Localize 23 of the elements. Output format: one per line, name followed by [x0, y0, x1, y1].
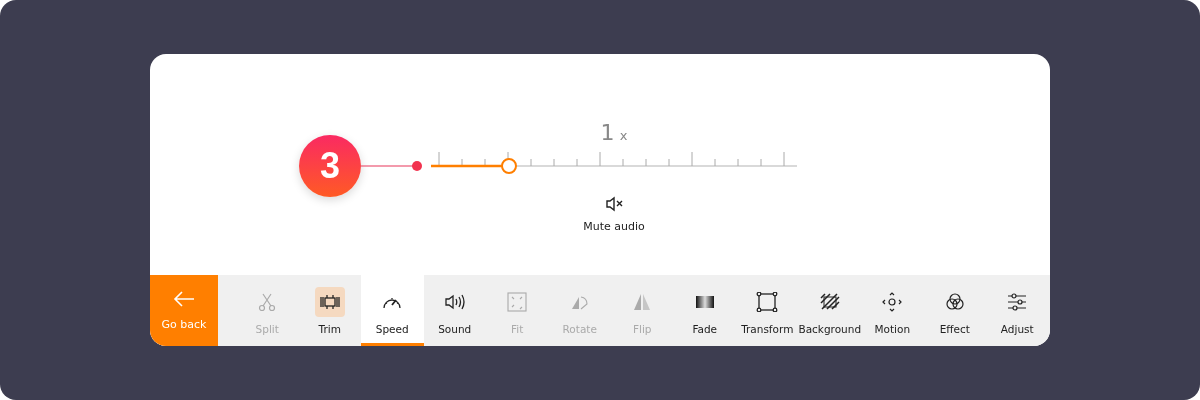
tool-button[interactable]: Trim: [298, 275, 361, 346]
tool-button[interactable]: Background: [798, 275, 861, 346]
speed-slider[interactable]: [431, 150, 797, 174]
mute-icon[interactable]: [605, 196, 623, 212]
arrow-left-icon: [173, 290, 195, 308]
tool-button[interactable]: Speed: [361, 275, 424, 346]
fit-icon: [506, 291, 529, 312]
tool-button[interactable]: Effect: [923, 275, 986, 346]
tool-button[interactable]: Adjust: [986, 275, 1049, 346]
speed-value: 1 x: [600, 120, 628, 146]
motion-icon: [881, 291, 904, 312]
step-badge: 3: [299, 135, 361, 197]
transform-icon: [756, 291, 779, 312]
tool-button[interactable]: Transform: [736, 275, 799, 346]
mute-label[interactable]: Mute audio: [583, 220, 645, 233]
tool-button[interactable]: Fade: [673, 275, 736, 346]
effect-icon: [943, 291, 966, 312]
tool-button[interactable]: Motion: [861, 275, 924, 346]
adjust-icon: [1006, 291, 1029, 312]
slider-thumb[interactable]: [501, 158, 518, 174]
leader-line: [361, 161, 423, 171]
background-icon: [818, 291, 841, 312]
tool-button[interactable]: Sound: [423, 275, 486, 346]
